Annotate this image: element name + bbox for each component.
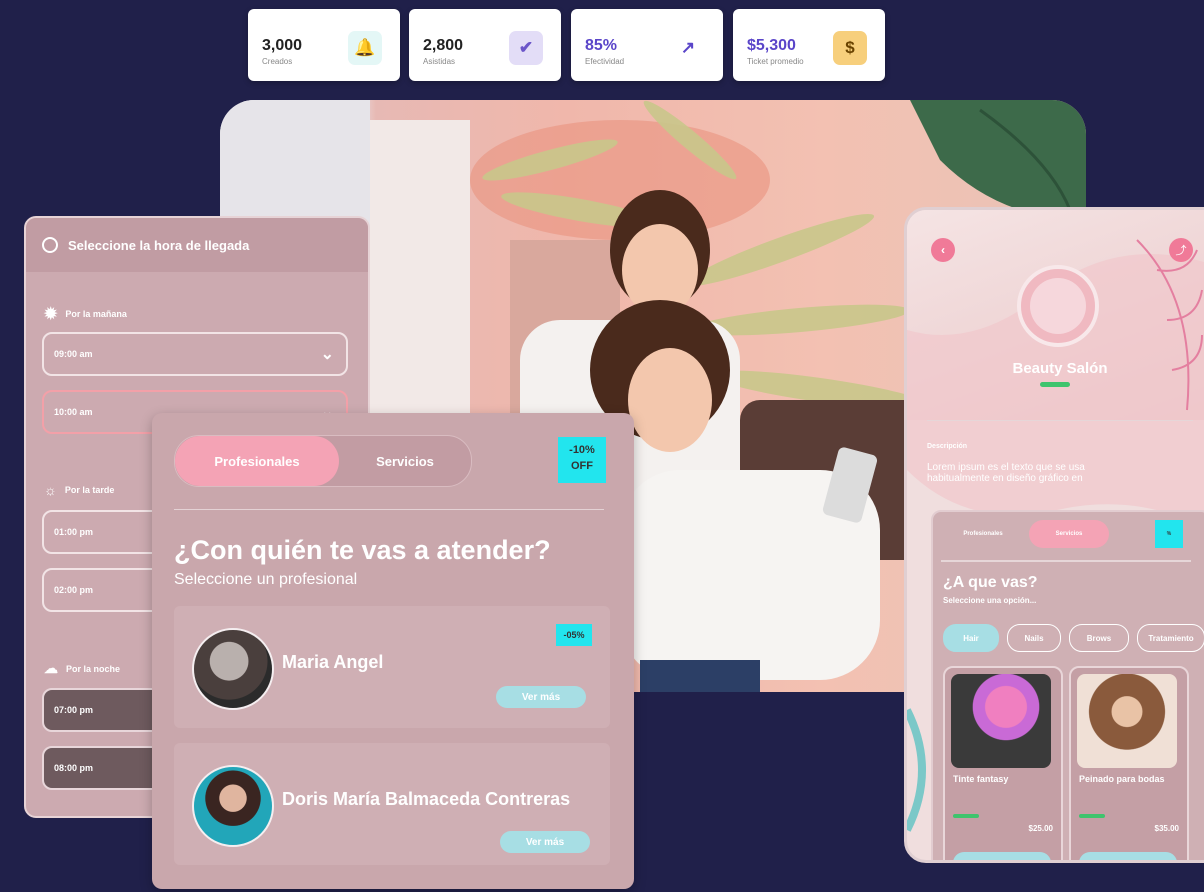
tab-services[interactable]: Servicios: [339, 436, 471, 486]
stat-card-ticket: $5,300 Ticket promedio $: [733, 9, 885, 81]
see-more-button[interactable]: Ver más: [496, 686, 586, 708]
afternoon-label: Por la tarde: [64, 485, 115, 495]
time-slot-label: 01:00 pm: [54, 527, 94, 537]
sunset-icon: ☼: [44, 482, 57, 498]
stat-value: 2,800: [423, 37, 464, 54]
discount-badge: %: [1155, 520, 1183, 548]
description-text: Lorem ipsum es el texto que se usa habit…: [927, 462, 1085, 484]
product-price: $35.00: [1154, 824, 1179, 833]
rating-bar: [953, 814, 979, 818]
moon-cloud-icon: ☁: [44, 660, 58, 676]
salon-app-phone: ‹ ⤴ Beauty Salón Descripción Lorem ipsum…: [904, 207, 1204, 863]
professional-card[interactable]: Doris María Balmaceda Contreras Ver más: [174, 743, 610, 865]
chip-hair[interactable]: Hair: [943, 624, 999, 652]
time-slot-label: 08:00 pm: [54, 763, 94, 773]
calendar-check-icon: ✔: [509, 31, 543, 65]
time-slot-0900[interactable]: 09:00 am ⌄: [42, 332, 348, 376]
avatar: [192, 765, 274, 847]
product-card[interactable]: Peinado para bodas $35.00 Agregar: [1069, 666, 1189, 860]
afternoon-section: ☼ Por la tarde: [44, 482, 114, 498]
tab-professionals[interactable]: Profesionales: [941, 520, 1025, 548]
stat-label: Creados: [262, 57, 293, 66]
page-subtitle: Seleccione un profesional: [174, 571, 358, 588]
service-selection-panel: Profesionales Servicios % ¿A que vas? Se…: [931, 510, 1204, 860]
clock-icon: [42, 237, 58, 253]
stat-label: Efectividad: [585, 57, 625, 66]
product-image: [1077, 674, 1177, 768]
product-price: $25.00: [1028, 824, 1053, 833]
divider: [927, 420, 1193, 421]
professional-discount-badge: -05%: [556, 624, 592, 646]
chip-brows[interactable]: Brows: [1069, 624, 1129, 652]
chevron-down-icon: ⌄: [320, 346, 334, 363]
add-button[interactable]: Agregar: [1079, 852, 1177, 860]
rating-bar: [1040, 382, 1070, 387]
product-name: Tinte fantasy: [953, 774, 1009, 784]
share-button[interactable]: ⤴: [1169, 238, 1193, 262]
chip-nails[interactable]: Nails: [1007, 624, 1061, 652]
stat-value: 3,000: [262, 37, 303, 54]
see-more-button[interactable]: Ver más: [500, 831, 590, 853]
salon-logo: [1017, 265, 1099, 347]
page-title: ¿Con quién te vas a atender?: [174, 535, 551, 565]
trend-up-icon: ↗: [671, 31, 705, 65]
divider: [174, 509, 604, 510]
back-button[interactable]: ‹: [931, 238, 955, 262]
bell-icon: 🔔: [348, 31, 382, 65]
professionals-panel: Profesionales Servicios -10% OFF ¿Con qu…: [152, 413, 634, 889]
discount-badge: -10% OFF: [558, 437, 606, 483]
salon-name: Beauty Salón: [1012, 360, 1108, 377]
time-slot-label: 02:00 pm: [54, 585, 94, 595]
panel-tabs: Profesionales Servicios: [174, 435, 472, 487]
stat-card-created: 3,000 Creados 🔔: [248, 9, 400, 81]
morning-label: Por la mañana: [65, 309, 127, 319]
tab-professionals[interactable]: Profesionales: [175, 436, 339, 486]
tab-services[interactable]: Servicios: [1029, 520, 1109, 548]
services-heading: ¿A que vas?: [943, 574, 1038, 591]
description-label: Descripción: [927, 443, 968, 450]
time-slot-label: 10:00 am: [54, 407, 93, 417]
add-button[interactable]: Agregar: [953, 852, 1051, 860]
product-card[interactable]: Tinte fantasy $25.00 Agregar: [943, 666, 1063, 860]
stat-label: Ticket promedio: [747, 57, 804, 66]
professional-name: Doris María Balmaceda Contreras: [282, 789, 571, 809]
arrival-time-header: Seleccione la hora de llegada: [26, 218, 368, 272]
stat-card-attended: 2,800 Asistidas ✔: [409, 9, 561, 81]
divider: [941, 560, 1191, 562]
product-image: [951, 674, 1051, 768]
product-name: Peinado para bodas: [1079, 774, 1165, 784]
sun-icon: ✹: [44, 306, 58, 323]
night-section: ☁ Por la noche: [44, 660, 120, 677]
discount-off: OFF: [571, 460, 593, 472]
inner-tabs: Profesionales Servicios: [941, 520, 1109, 548]
time-slot-label: 09:00 am: [54, 349, 93, 359]
avatar: [192, 628, 274, 710]
discount-percent: -10%: [569, 444, 595, 456]
night-label: Por la noche: [66, 663, 121, 674]
time-slot-label: 07:00 pm: [54, 705, 94, 715]
stat-label: Asistidas: [423, 57, 456, 66]
services-subheading: Seleccione una opción...: [943, 596, 1037, 605]
arrival-time-title: Seleccione la hora de llegada: [68, 237, 250, 253]
stat-value: 85%: [585, 37, 618, 54]
professional-card[interactable]: Maria Angel -05% Ver más: [174, 606, 610, 728]
stat-card-effectiveness: 85% Efectividad ↗: [571, 9, 723, 81]
dollar-icon: $: [833, 31, 867, 65]
stat-value: $5,300: [747, 37, 796, 54]
chip-treatment[interactable]: Tratamiento: [1137, 624, 1204, 652]
rating-bar: [1079, 814, 1105, 818]
morning-section: ✹ Por la mañana: [44, 304, 127, 324]
professional-name: Maria Angel: [282, 652, 384, 672]
